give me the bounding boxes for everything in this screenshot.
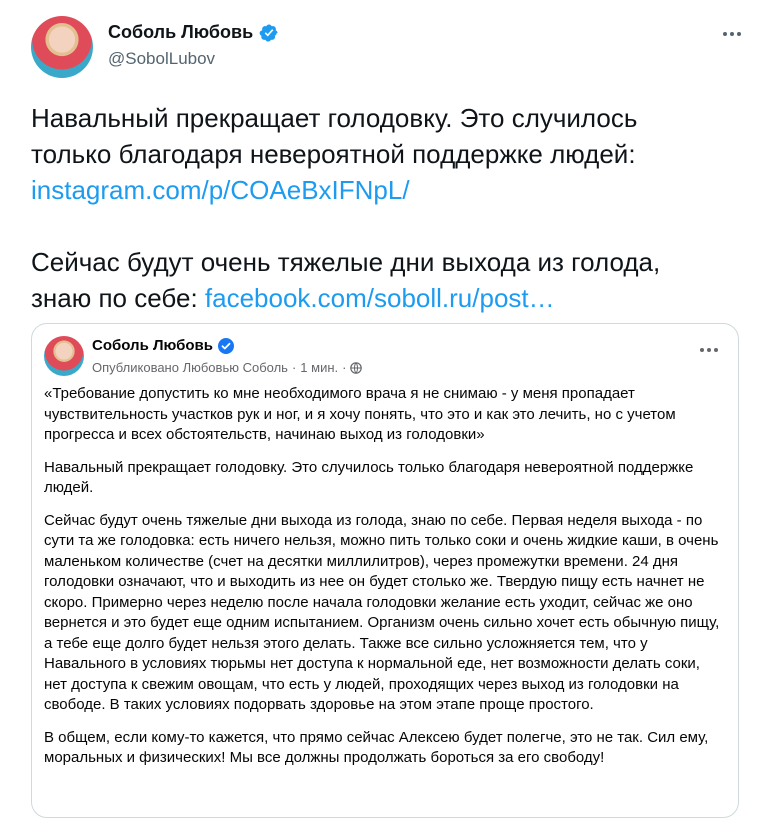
tweet-text-line: знаю по себе:: [31, 283, 205, 313]
card-paragraph: Навальный прекращает голодовку. Это случ…: [44, 458, 694, 497]
tweet-text-line: Сейчас будут очень тяжелые дни выхода из…: [31, 247, 661, 277]
instagram-link[interactable]: instagram.com/p/COAeBxIFNpL/: [31, 175, 410, 205]
tweet-text-line: Навальный прекращает голодовку. Это случ…: [31, 103, 638, 133]
facebook-post-card[interactable]: Соболь Любовь Опубликовано Любовью Собол…: [31, 323, 739, 818]
verified-badge-icon: [259, 23, 278, 42]
card-paragraph: В общем, если кому-то кажется, что прямо…: [44, 728, 709, 767]
card-published-by: Опубликовано Любовью Соболь: [92, 360, 288, 375]
tweet-text-line: только благодаря невероятной поддержке л…: [31, 139, 636, 169]
author-name-row: Соболь Любовь: [108, 22, 279, 43]
more-icon[interactable]: [717, 22, 747, 46]
card-meta-separator: ·: [291, 360, 297, 375]
card-meta-separator: ·: [342, 360, 347, 375]
card-meta: Опубликовано Любовью Соболь · 1 мин. ·: [92, 360, 363, 375]
facebook-link[interactable]: facebook.com/soboll.ru/post…: [205, 283, 555, 313]
card-author-name-row: Соболь Любовь: [92, 337, 234, 354]
tweet-text: Навальный прекращает голодовку. Это случ…: [31, 100, 751, 316]
globe-icon: [350, 361, 363, 374]
author-handle[interactable]: @SobolLubov: [108, 49, 215, 69]
card-more-icon[interactable]: [700, 348, 718, 352]
verified-badge-icon: [217, 337, 234, 354]
card-author-avatar: [44, 336, 84, 376]
card-body: «Требование допустить ко мне необходимог…: [44, 384, 726, 781]
card-paragraph: Сейчас будут очень тяжелые дни выхода из…: [44, 511, 720, 714]
tweet: Соболь Любовь @SobolLubov Навальный прек…: [0, 0, 773, 831]
author-name[interactable]: Соболь Любовь: [108, 22, 253, 43]
card-paragraph: «Требование допустить ко мне необходимог…: [44, 385, 676, 443]
card-author-name: Соболь Любовь: [92, 337, 213, 354]
author-avatar[interactable]: [31, 16, 93, 78]
card-time: 1 мин.: [300, 360, 339, 375]
